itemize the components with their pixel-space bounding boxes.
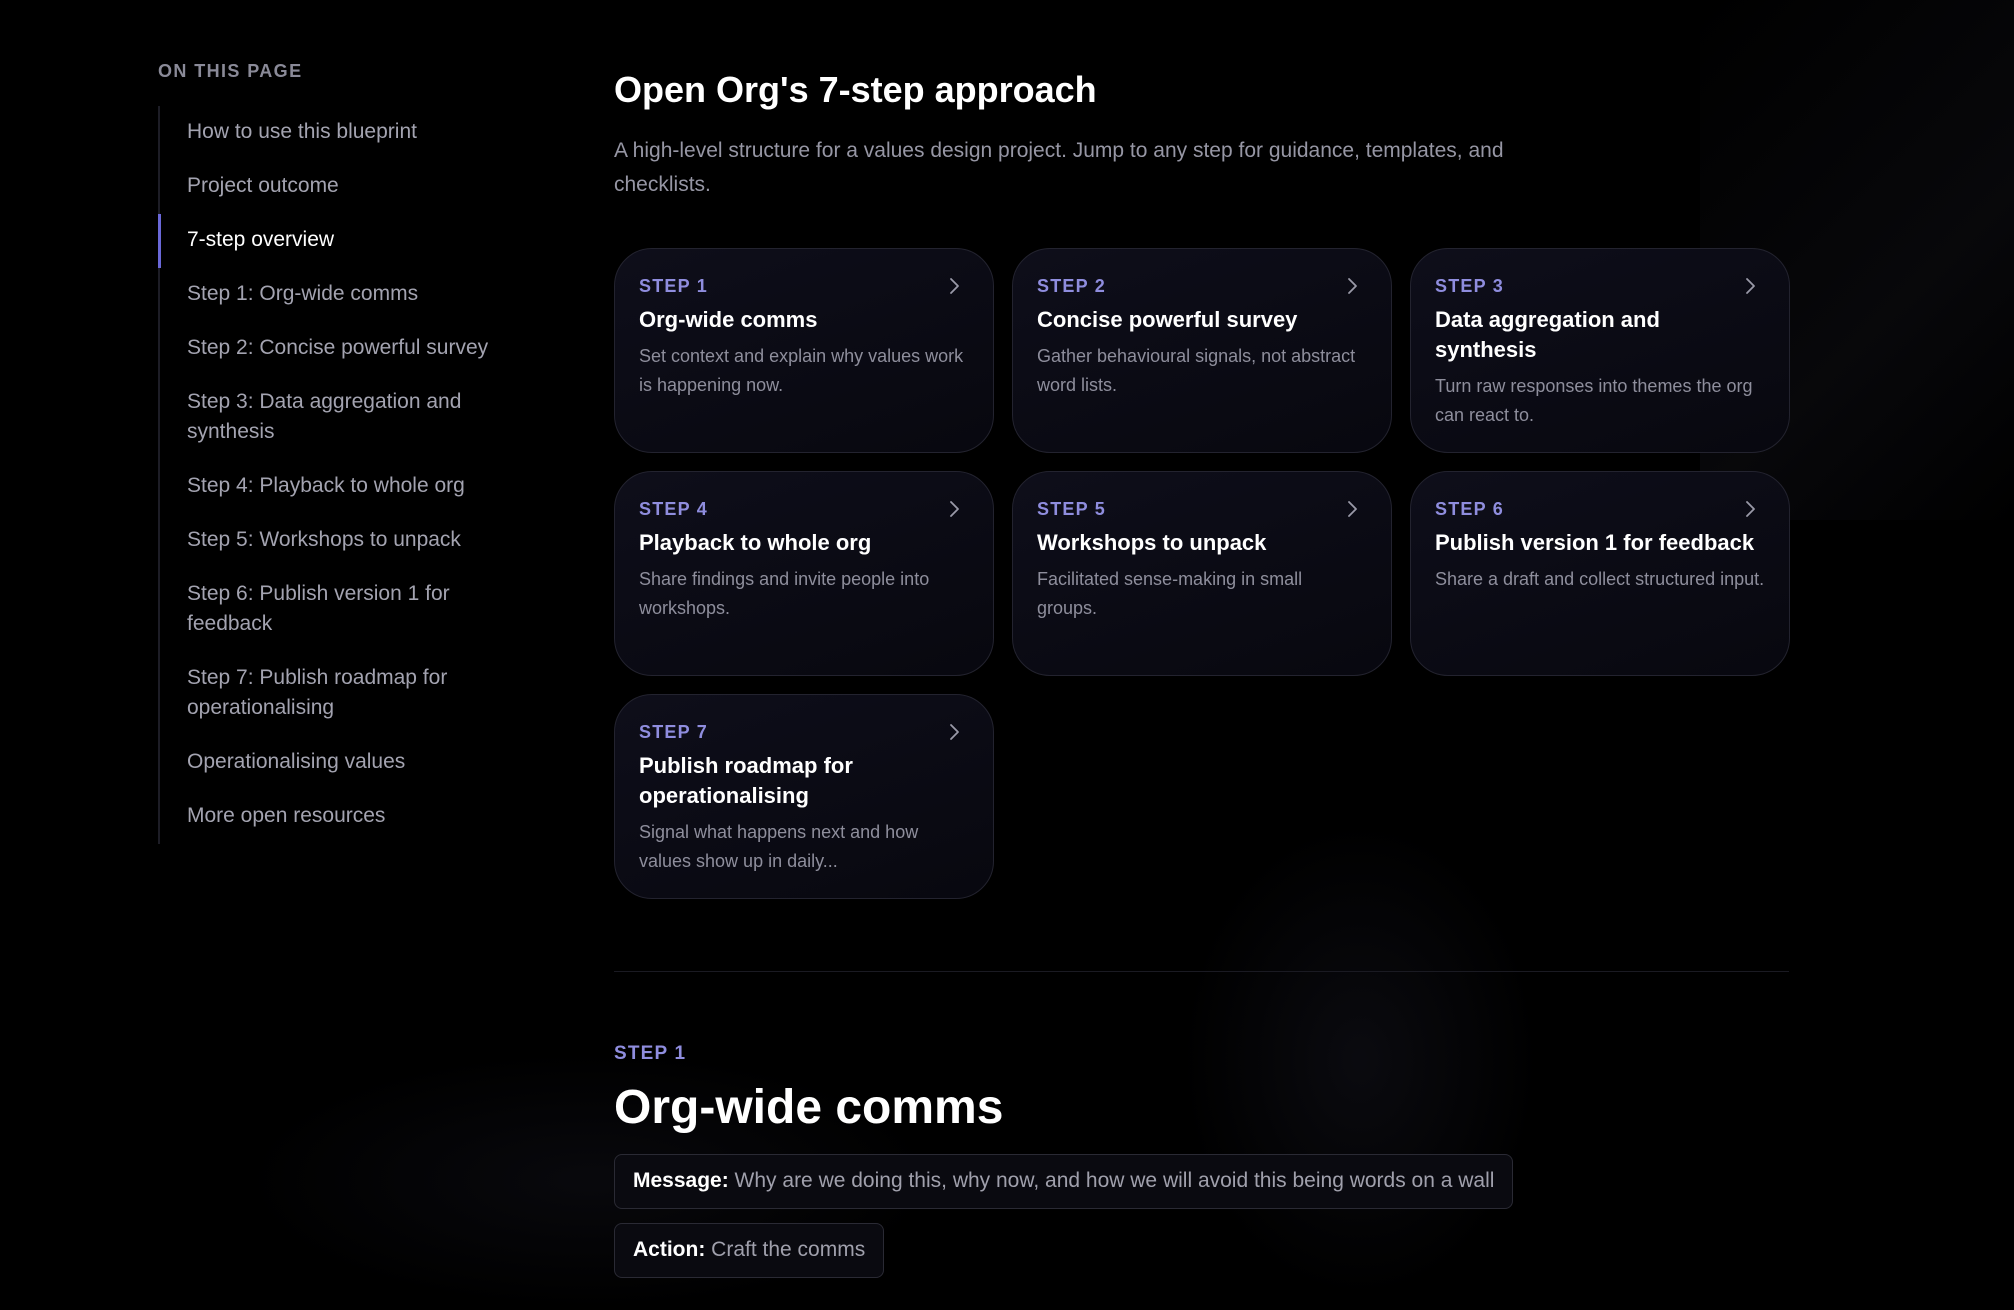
toc-item-7-step-overview[interactable]: 7-step overview bbox=[158, 214, 538, 268]
action-value: Craft the comms bbox=[705, 1238, 866, 1261]
card-step-label: STEP 3 bbox=[1435, 276, 1504, 296]
card-description: Set context and explain why values work … bbox=[639, 346, 964, 395]
card-title: Org-wide comms bbox=[639, 307, 818, 332]
table-of-contents: ON THIS PAGE How to use this blueprint P… bbox=[158, 60, 538, 844]
page-title: Open Org's 7-step approach bbox=[614, 69, 1097, 110]
card-step-label: STEP 4 bbox=[639, 499, 708, 519]
toc-item-more-open-resources[interactable]: More open resources bbox=[158, 790, 538, 844]
step-card-4[interactable]: STEP 4 Playback to whole org Share findi… bbox=[614, 471, 994, 676]
card-title: Publish roadmap for operationalising bbox=[639, 753, 853, 808]
card-description: Share findings and invite people into wo… bbox=[639, 569, 930, 618]
step-card-2[interactable]: STEP 2 Concise powerful survey Gather be… bbox=[1012, 248, 1392, 453]
card-step-label: STEP 2 bbox=[1037, 276, 1106, 296]
card-description: Gather behavioural signals, not abstract… bbox=[1037, 346, 1356, 395]
message-row: Message: Why are we doing this, why now,… bbox=[614, 1140, 1789, 1209]
toc-item-step-1[interactable]: Step 1: Org-wide comms bbox=[158, 268, 538, 322]
step-card-7[interactable]: STEP 7 Publish roadmap for operationalis… bbox=[614, 694, 994, 899]
main-content: Open Org's 7-step approach A high-level … bbox=[614, 66, 1790, 1278]
chevron-right-icon bbox=[1739, 498, 1761, 520]
toc-item-how-to-use[interactable]: How to use this blueprint bbox=[158, 106, 538, 160]
card-title: Workshops to unpack bbox=[1037, 530, 1267, 555]
step-card-3[interactable]: STEP 3 Data aggregation and synthesis Tu… bbox=[1410, 248, 1790, 453]
section-divider bbox=[614, 971, 1789, 972]
chevron-right-icon bbox=[1341, 275, 1363, 297]
page-intro: A high-level structure for a values desi… bbox=[614, 139, 1504, 196]
action-pill: Action: Craft the comms bbox=[614, 1223, 885, 1278]
step-card-5[interactable]: STEP 5 Workshops to unpack Facilitated s… bbox=[1012, 471, 1392, 676]
message-value: Why are we doing this, why now, and how … bbox=[728, 1169, 1495, 1192]
card-step-label: STEP 5 bbox=[1037, 499, 1106, 519]
card-step-label: STEP 6 bbox=[1435, 499, 1504, 519]
chevron-right-icon bbox=[1739, 275, 1761, 297]
step-card-6[interactable]: STEP 6 Publish version 1 for feedback Sh… bbox=[1410, 471, 1790, 676]
card-step-label: STEP 7 bbox=[639, 722, 708, 742]
card-title: Data aggregation and synthesis bbox=[1435, 307, 1660, 362]
step-card-1[interactable]: STEP 1 Org-wide comms Set context and ex… bbox=[614, 248, 994, 453]
chevron-right-icon bbox=[943, 275, 965, 297]
toc-item-project-outcome[interactable]: Project outcome bbox=[158, 160, 538, 214]
card-description: Signal what happens next and how values … bbox=[639, 822, 919, 871]
card-description: Facilitated sense-making in small groups… bbox=[1037, 569, 1303, 618]
section-step-label: STEP 1 bbox=[614, 1043, 687, 1064]
toc-item-step-7[interactable]: Step 7: Publish roadmap for operationali… bbox=[158, 652, 538, 736]
chevron-right-icon bbox=[943, 498, 965, 520]
toc-heading: ON THIS PAGE bbox=[158, 61, 303, 81]
card-title: Concise powerful survey bbox=[1037, 307, 1298, 332]
toc-item-operationalising-values[interactable]: Operationalising values bbox=[158, 736, 538, 790]
toc-list: How to use this blueprint Project outcom… bbox=[158, 106, 538, 844]
toc-item-step-4[interactable]: Step 4: Playback to whole org bbox=[158, 460, 538, 514]
section-title: Org-wide comms bbox=[614, 1081, 1004, 1134]
toc-item-step-6[interactable]: Step 6: Publish version 1 for feedback bbox=[158, 568, 538, 652]
card-step-label: STEP 1 bbox=[639, 276, 708, 296]
card-description: Turn raw responses into themes the org c… bbox=[1435, 376, 1753, 425]
action-row: Action: Craft the comms bbox=[614, 1209, 1789, 1278]
card-description: Share a draft and collect structured inp… bbox=[1435, 569, 1765, 589]
message-pill: Message: Why are we doing this, why now,… bbox=[614, 1154, 1514, 1209]
step-card-grid: STEP 1 Org-wide comms Set context and ex… bbox=[614, 248, 1790, 899]
step-1-section: STEP 1 Org-wide comms Message: Why are w… bbox=[614, 1042, 1789, 1278]
toc-item-step-3[interactable]: Step 3: Data aggregation and synthesis bbox=[158, 376, 538, 460]
card-title: Publish version 1 for feedback bbox=[1435, 530, 1755, 555]
toc-item-step-5[interactable]: Step 5: Workshops to unpack bbox=[158, 514, 538, 568]
message-key: Message: bbox=[633, 1169, 729, 1192]
action-key: Action: bbox=[633, 1238, 706, 1261]
card-title: Playback to whole org bbox=[639, 530, 872, 555]
toc-item-step-2[interactable]: Step 2: Concise powerful survey bbox=[158, 322, 538, 376]
chevron-right-icon bbox=[1341, 498, 1363, 520]
chevron-right-icon bbox=[943, 721, 965, 743]
